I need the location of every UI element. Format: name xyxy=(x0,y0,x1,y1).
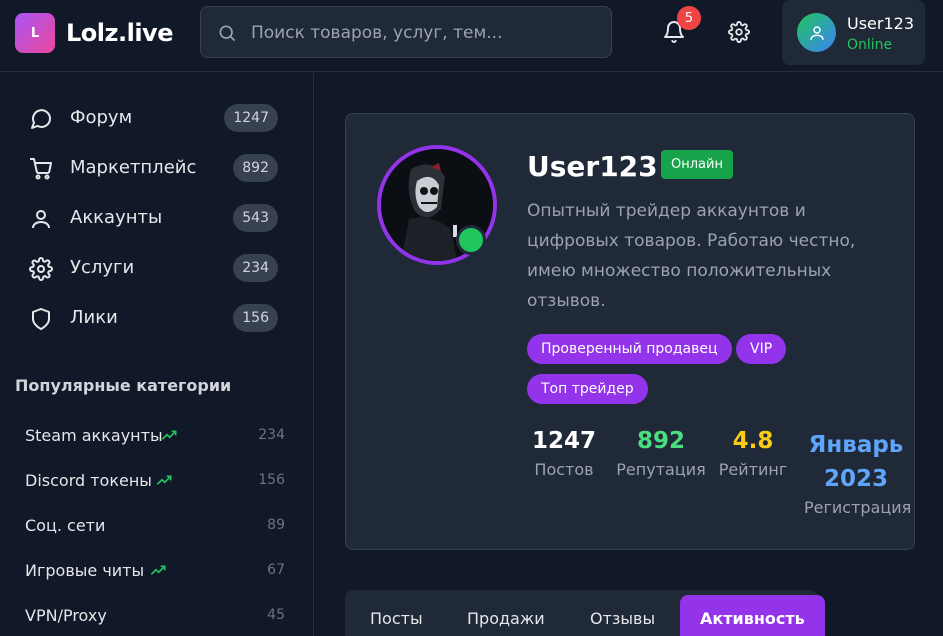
sidebar-item-accounts[interactable]: Аккаунты 543 xyxy=(15,196,285,240)
gear-icon xyxy=(29,257,53,281)
category-item[interactable]: VPN/Proxy 45 xyxy=(25,602,285,632)
notification-badge: 5 xyxy=(677,6,701,30)
search-icon xyxy=(219,25,236,42)
stat-rating: 4.8 Рейтинг xyxy=(714,428,792,479)
category-label: Игровые читы xyxy=(25,561,145,580)
sidebar-item-leaks[interactable]: Лики 156 xyxy=(15,296,285,340)
stat-label: Регистрация xyxy=(804,498,912,517)
tag-top-trader[interactable]: Топ трейдер xyxy=(527,374,648,404)
search-input[interactable] xyxy=(251,17,591,49)
count-badge: 543 xyxy=(233,204,278,232)
sidebar-item-label: Форум xyxy=(70,107,133,128)
category-count: 156 xyxy=(258,472,285,488)
logo-text[interactable]: Lolz.live xyxy=(66,19,173,47)
count-badge: 1247 xyxy=(224,104,278,132)
sidebar: Форум 1247 Маркетплейс 892 Аккаунты 543 … xyxy=(0,73,314,636)
category-item[interactable]: Игровые читы 67 xyxy=(25,557,285,587)
profile-tabs: Посты Продажи Отзывы Активность xyxy=(345,590,825,636)
stat-registration: Январь 2023 Регистрация xyxy=(804,428,912,517)
sidebar-item-label: Лики xyxy=(70,307,118,328)
profile-bio: Опытный трейдер аккаунтов и цифровых тов… xyxy=(527,201,856,311)
user-menu[interactable]: User123 Online xyxy=(782,0,925,65)
category-count: 45 xyxy=(267,607,285,623)
user-name: User123 xyxy=(847,14,915,33)
stat-reputation: 892 Репутация xyxy=(616,428,706,479)
category-label: VPN/Proxy xyxy=(25,606,107,625)
count-badge: 234 xyxy=(233,254,278,282)
category-item[interactable]: Соц. сети 89 xyxy=(25,512,285,542)
online-indicator xyxy=(456,225,486,255)
tab-reviews[interactable]: Отзывы xyxy=(570,595,675,636)
tab-activity[interactable]: Активность xyxy=(680,595,825,636)
logo-icon[interactable]: L xyxy=(15,13,55,53)
category-count: 67 xyxy=(267,562,285,578)
chat-bubble-icon xyxy=(31,109,52,129)
trending-up-icon xyxy=(156,475,172,485)
sidebar-item-label: Аккаунты xyxy=(70,207,163,228)
sidebar-item-label: Маркетплейс xyxy=(70,157,197,178)
stat-value: Январь 2023 xyxy=(808,432,904,492)
category-item[interactable]: Discord токены 156 xyxy=(25,467,285,497)
stat-label: Репутация xyxy=(616,460,706,479)
category-label: Соц. сети xyxy=(25,516,106,535)
sidebar-item-label: Услуги xyxy=(70,257,135,278)
sidebar-item-forum[interactable]: Форум 1247 xyxy=(15,96,285,140)
top-header: L Lolz.live 5 User123 Online xyxy=(0,0,943,72)
sidebar-item-services[interactable]: Услуги 234 xyxy=(15,246,285,290)
count-badge: 156 xyxy=(233,304,278,332)
category-label: Discord токены xyxy=(25,471,152,490)
cart-icon xyxy=(30,158,52,180)
user-icon xyxy=(809,25,824,40)
user-status: Online xyxy=(847,37,893,53)
tag-verified-seller[interactable]: Проверенный продавец xyxy=(527,334,732,364)
user-icon xyxy=(32,210,50,229)
settings-gear-icon[interactable] xyxy=(728,21,750,43)
profile-card: User123 Онлайн Опытный трейдер аккаунтов… xyxy=(345,113,915,550)
online-status-badge: Онлайн xyxy=(661,150,733,179)
search-bar xyxy=(200,6,612,58)
tab-sales[interactable]: Продажи xyxy=(447,595,565,636)
stat-value: 4.8 xyxy=(732,428,774,454)
shield-icon xyxy=(32,308,50,330)
stat-label: Рейтинг xyxy=(718,460,788,479)
stat-label: Постов xyxy=(534,460,594,479)
stat-value: 892 xyxy=(636,428,685,454)
tab-posts[interactable]: Посты xyxy=(350,595,443,636)
category-label: Steam аккаунты xyxy=(25,426,163,445)
profile-name: User123 xyxy=(527,150,658,183)
popular-categories-title: Популярные категории xyxy=(15,376,232,395)
user-avatar xyxy=(797,13,836,52)
count-badge: 892 xyxy=(233,154,278,182)
category-item[interactable]: Steam аккаунты 234 xyxy=(25,422,285,452)
tag-vip[interactable]: VIP xyxy=(736,334,787,364)
trending-up-icon xyxy=(161,430,177,440)
stat-value: 1247 xyxy=(531,428,596,454)
stat-posts: 1247 Постов xyxy=(526,428,602,479)
trending-up-icon xyxy=(150,565,166,575)
sidebar-item-marketplace[interactable]: Маркетплейс 892 xyxy=(15,146,285,190)
category-count: 234 xyxy=(258,427,285,443)
category-count: 89 xyxy=(267,517,285,533)
